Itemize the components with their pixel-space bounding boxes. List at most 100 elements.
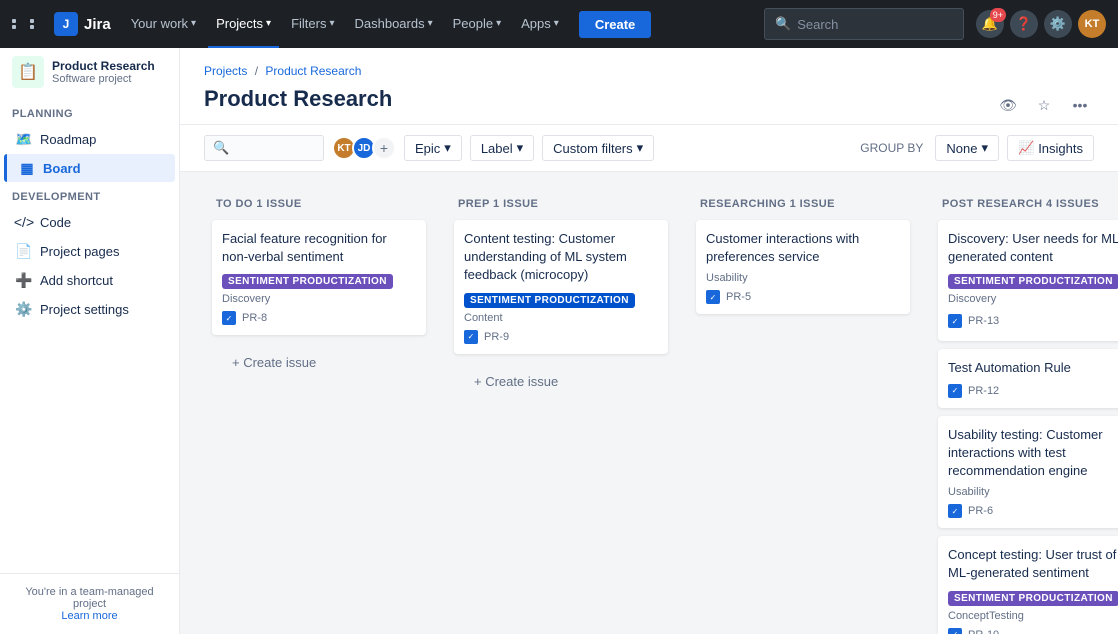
watch-button[interactable]: 👁 bbox=[994, 91, 1022, 119]
grid-icon[interactable] bbox=[12, 19, 46, 29]
create-issue-button[interactable]: + Create issue bbox=[462, 366, 660, 397]
column-prep: PREP 1 ISSUE Content testing: Customer un… bbox=[446, 188, 676, 634]
create-button[interactable]: Create bbox=[579, 11, 651, 38]
create-issue-button[interactable]: + Create issue bbox=[220, 347, 418, 378]
card-title: Content testing: Customer understanding … bbox=[464, 230, 658, 285]
board-search-input[interactable] bbox=[235, 141, 315, 156]
sidebar-item-add-shortcut[interactable]: ➕ Add shortcut bbox=[4, 266, 175, 294]
sidebar-item-board[interactable]: ▦ Board bbox=[4, 154, 175, 182]
card-c1[interactable]: Facial feature recognition for non-verba… bbox=[212, 220, 426, 335]
chevron-down-icon: ▾ bbox=[266, 18, 271, 29]
breadcrumb-projects[interactable]: Projects bbox=[204, 64, 247, 78]
card-label: Usability bbox=[948, 486, 1118, 498]
settings-button[interactable]: ⚙️ bbox=[1044, 10, 1072, 38]
card-c5[interactable]: Test Automation Rule PR-12 bbox=[938, 349, 1118, 407]
card-c6[interactable]: Usability testing: Customer interactions… bbox=[938, 416, 1118, 529]
card-title: Discovery: User needs for ML-generated c… bbox=[948, 230, 1118, 266]
filters-menu[interactable]: Filters ▾ bbox=[283, 0, 342, 48]
sidebar-project-info: 📋 Product Research Software project bbox=[0, 48, 179, 100]
dashboards-menu[interactable]: Dashboards ▾ bbox=[346, 0, 440, 48]
label-filter[interactable]: Label ▾ bbox=[470, 135, 534, 161]
task-icon bbox=[706, 290, 720, 304]
more-button[interactable]: ••• bbox=[1066, 91, 1094, 119]
chevron-down-icon: ▾ bbox=[329, 18, 334, 29]
sidebar-item-code[interactable]: </> Code bbox=[4, 208, 175, 236]
col-title: PREP 1 ISSUE bbox=[458, 198, 538, 210]
col-body-postresearch: Discovery: User needs for ML-generated c… bbox=[930, 216, 1118, 634]
avatar[interactable]: KT bbox=[1078, 10, 1106, 38]
board-search[interactable]: 🔍 bbox=[204, 135, 324, 161]
projects-menu[interactable]: Projects ▾ bbox=[208, 0, 279, 48]
sidebar-item-project-pages[interactable]: 📄 Project pages bbox=[4, 237, 175, 265]
card-tag: SENTIMENT PRODUCTIZATION bbox=[464, 293, 635, 308]
card-id: PR-12 bbox=[968, 385, 999, 397]
top-nav: J Jira Your work ▾ Projects ▾ Filters ▾ … bbox=[0, 0, 1118, 48]
notifications-button[interactable]: 🔔 9+ bbox=[976, 10, 1004, 38]
task-icon bbox=[948, 628, 962, 634]
apps-menu[interactable]: Apps ▾ bbox=[513, 0, 567, 48]
col-header-researching: RESEARCHING 1 ISSUE bbox=[688, 188, 918, 216]
card-id: PR-10 bbox=[968, 629, 999, 634]
board-icon: ▦ bbox=[19, 160, 35, 176]
task-icon bbox=[948, 504, 962, 518]
col-title: POST RESEARCH 4 ISSUES bbox=[942, 198, 1099, 210]
star-button[interactable]: ☆ bbox=[1030, 91, 1058, 119]
notification-badge: 9+ bbox=[990, 8, 1006, 22]
task-icon bbox=[948, 314, 962, 328]
group-by-none[interactable]: None ▾ bbox=[935, 135, 999, 161]
your-work-menu[interactable]: Your work ▾ bbox=[123, 0, 204, 48]
insights-button[interactable]: 📈 Insights bbox=[1007, 135, 1094, 161]
col-title: RESEARCHING 1 ISSUE bbox=[700, 198, 835, 210]
card-tag: SENTIMENT PRODUCTIZATION bbox=[948, 274, 1118, 289]
column-postresearch: POST RESEARCH 4 ISSUES Discovery: User ne… bbox=[930, 188, 1118, 634]
card-c7[interactable]: Concept testing: User trust of ML-genera… bbox=[938, 536, 1118, 634]
card-title: Usability testing: Customer interactions… bbox=[948, 426, 1118, 481]
card-label: Content bbox=[464, 312, 658, 324]
learn-more-link[interactable]: Learn more bbox=[61, 610, 117, 622]
jira-logo[interactable]: J Jira bbox=[54, 12, 111, 36]
project-name: Product Research bbox=[52, 59, 155, 73]
custom-filters[interactable]: Custom filters ▾ bbox=[542, 135, 654, 161]
card-id: PR-8 bbox=[242, 312, 267, 324]
card-c2[interactable]: Content testing: Customer understanding … bbox=[454, 220, 668, 354]
chevron-down-icon: ▾ bbox=[444, 140, 451, 156]
col-body-prep: Content testing: Customer understanding … bbox=[446, 216, 676, 634]
chevron-down-icon: ▾ bbox=[428, 18, 433, 29]
column-researching: RESEARCHING 1 ISSUE Customer interactions… bbox=[688, 188, 918, 634]
development-section-label: DEVELOPMENT bbox=[0, 183, 179, 207]
sidebar-item-roadmap[interactable]: 🗺️ Roadmap bbox=[4, 125, 175, 153]
column-todo: TO DO 1 ISSUE Facial feature recognition … bbox=[204, 188, 434, 634]
toolbar: 🔍 KT JD + Epic ▾ Label ▾ Custom filters … bbox=[180, 125, 1118, 172]
project-icon: 📋 bbox=[12, 56, 44, 88]
task-icon bbox=[464, 330, 478, 344]
group-by-label: GROUP BY bbox=[860, 141, 923, 155]
col-body-todo: Facial feature recognition for non-verba… bbox=[204, 216, 434, 634]
search-bar[interactable]: 🔍 Search bbox=[764, 8, 964, 40]
card-id: PR-13 bbox=[968, 315, 999, 327]
add-icon: ➕ bbox=[16, 272, 32, 288]
main-content: Projects / Product Research Product Rese… bbox=[180, 48, 1118, 634]
project-type: Software project bbox=[52, 73, 155, 85]
col-header-todo: TO DO 1 ISSUE bbox=[204, 188, 434, 216]
breadcrumb: Projects / Product Research bbox=[204, 64, 1094, 78]
card-id: PR-5 bbox=[726, 291, 751, 303]
col-header-prep: PREP 1 ISSUE bbox=[446, 188, 676, 216]
card-c3[interactable]: Customer interactions with preferences s… bbox=[696, 220, 910, 314]
board: TO DO 1 ISSUE Facial feature recognition … bbox=[180, 172, 1118, 634]
card-tag: SENTIMENT PRODUCTIZATION bbox=[948, 591, 1118, 606]
col-title: TO DO 1 ISSUE bbox=[216, 198, 302, 210]
breadcrumb-project[interactable]: Product Research bbox=[265, 64, 361, 78]
sidebar-item-project-settings[interactable]: ⚙️ Project settings bbox=[4, 295, 175, 323]
add-member-button[interactable]: + bbox=[372, 136, 396, 160]
card-id: PR-6 bbox=[968, 505, 993, 517]
card-label: Discovery bbox=[222, 293, 416, 305]
card-c4[interactable]: Discovery: User needs for ML-generated c… bbox=[938, 220, 1118, 341]
card-title: Concept testing: User trust of ML-genera… bbox=[948, 546, 1118, 582]
code-icon: </> bbox=[16, 214, 32, 230]
help-button[interactable]: ❓ bbox=[1010, 10, 1038, 38]
card-title: Test Automation Rule bbox=[948, 359, 1118, 377]
search-icon: 🔍 bbox=[213, 140, 229, 156]
people-menu[interactable]: People ▾ bbox=[445, 0, 510, 48]
chevron-down-icon: ▾ bbox=[496, 18, 501, 29]
epic-filter[interactable]: Epic ▾ bbox=[404, 135, 462, 161]
